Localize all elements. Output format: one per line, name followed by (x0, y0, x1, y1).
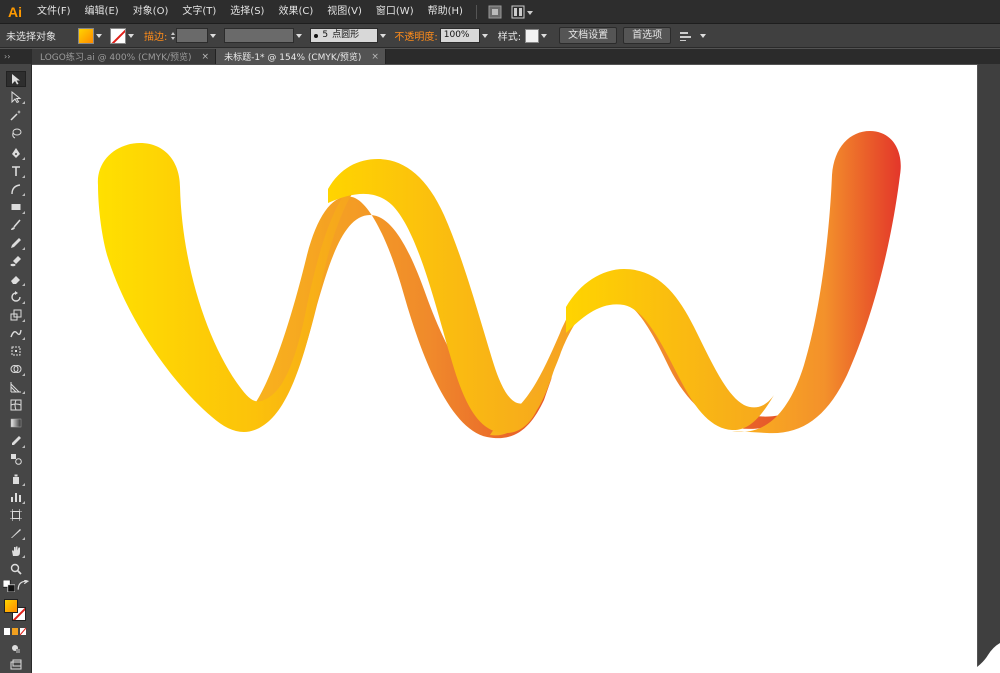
lasso-tool-icon[interactable] (6, 125, 26, 141)
default-fill-stroke-icon[interactable] (3, 580, 15, 592)
ribbon-front-hump-2 (566, 269, 774, 431)
drawing-mode-icon[interactable] (6, 641, 26, 657)
gradient-tool-icon[interactable] (6, 415, 26, 431)
menu-object[interactable]: 对象(O) (126, 0, 176, 24)
pencil-tool-icon[interactable] (6, 235, 26, 251)
bridge-icon[interactable] (486, 4, 504, 20)
artboard[interactable] (32, 65, 977, 673)
menu-effect[interactable]: 效果(C) (271, 0, 320, 24)
menu-separator (475, 4, 477, 19)
fill-swatch[interactable] (78, 27, 94, 44)
shape-builder-tool-icon[interactable] (6, 361, 26, 377)
rotate-tool-icon[interactable] (6, 289, 26, 305)
close-icon[interactable]: × (202, 52, 210, 62)
paintbrush-tool-icon[interactable] (6, 217, 26, 233)
vertical-scrollbar[interactable] (978, 64, 1000, 673)
menu-view[interactable]: 视图(V) (320, 0, 369, 24)
type-tool-icon[interactable] (6, 163, 26, 179)
color-mode-buttons[interactable] (3, 627, 29, 637)
free-transform-tool-icon[interactable] (6, 343, 26, 359)
zoom-tool-icon[interactable] (6, 561, 26, 577)
stroke-swatch[interactable] (110, 27, 126, 44)
arrange-documents-icon[interactable] (510, 4, 536, 20)
menu-type[interactable]: 文字(T) (175, 0, 223, 24)
ribbon-right-leg (732, 131, 901, 434)
tab-label: 未标题-1* @ 154% (CMYK/预览) (224, 53, 362, 63)
perspective-grid-tool-icon[interactable] (6, 379, 26, 395)
mesh-tool-icon[interactable] (6, 397, 26, 413)
magic-wand-tool-icon[interactable] (6, 107, 26, 123)
scale-tool-icon[interactable] (6, 307, 26, 323)
menu-window[interactable]: 窗口(W) (369, 0, 421, 24)
preferences-button[interactable]: 首选项 (623, 27, 672, 44)
tab-untitled-1[interactable]: 未标题-1* @ 154% (CMYK/预览) × (216, 49, 386, 64)
artboard-tool-icon[interactable] (6, 507, 26, 523)
line-segment-tool-icon[interactable] (6, 181, 26, 197)
align-options-icon[interactable] (677, 28, 695, 44)
brush-dropdown-icon[interactable] (378, 28, 388, 44)
stroke-weight-stepper[interactable] (169, 28, 176, 43)
tools-panel-collapse-icon[interactable]: ›› (0, 49, 31, 64)
slice-tool-icon[interactable] (6, 525, 26, 541)
variable-width-dropdown-icon[interactable] (294, 28, 304, 44)
variable-width-profile[interactable] (224, 28, 295, 43)
screen-mode-icon[interactable] (6, 657, 26, 673)
blob-brush-tool-icon[interactable] (6, 253, 26, 269)
fill-dropdown-icon[interactable] (94, 28, 104, 44)
menu-edit[interactable]: 编辑(E) (78, 0, 126, 24)
selection-tool-icon[interactable] (6, 71, 26, 87)
swap-fill-stroke-icon[interactable] (17, 580, 29, 591)
brush-size: 5 (322, 30, 329, 40)
control-bar: 未选择对象 描边: 5 点圆形 不透明度: 100% 样式: 文档设置 首选项 (0, 24, 1000, 48)
rectangle-tool-icon[interactable] (6, 199, 26, 215)
brush-definition[interactable]: 5 点圆形 (310, 28, 379, 43)
brush-dot-icon (314, 33, 319, 38)
tab-label: LOGO练习.ai @ 400% (CMYK/预览) (40, 53, 192, 63)
hand-tool-icon[interactable] (6, 543, 26, 559)
graphic-style-dropdown-icon[interactable] (539, 28, 549, 44)
document-tab-bar: LOGO练习.ai @ 400% (CMYK/预览) × 未标题-1* @ 15… (32, 49, 1000, 64)
brush-name: 点圆形 (332, 30, 360, 40)
pen-tool-icon[interactable] (6, 145, 26, 161)
canvas-area[interactable] (32, 64, 1000, 673)
panel-menu-icon[interactable] (698, 28, 708, 44)
tools-panel: ›› (0, 49, 32, 673)
menu-file[interactable]: 文件(F) (30, 0, 78, 24)
eyedropper-tool-icon[interactable] (6, 433, 26, 449)
menu-help[interactable]: 帮助(H) (421, 0, 470, 24)
document-setup-button[interactable]: 文档设置 (559, 27, 618, 44)
warp-tool-icon[interactable] (6, 325, 26, 341)
menu-bar: Ai 文件(F) 编辑(E) 对象(O) 文字(T) 选择(S) 效果(C) 视… (0, 0, 1000, 24)
opacity-label[interactable]: 不透明度: (394, 28, 437, 43)
column-graph-tool-icon[interactable] (6, 489, 26, 505)
page-curl-decoration (968, 643, 1000, 673)
selection-status: 未选择对象 (6, 32, 56, 43)
stroke-dropdown-icon[interactable] (126, 28, 136, 44)
tab-logo-practice[interactable]: LOGO练习.ai @ 400% (CMYK/预览) × (32, 49, 217, 64)
graphic-style-swatch[interactable] (525, 28, 540, 43)
fill-stroke-indicator[interactable] (4, 599, 28, 623)
stroke-weight-field[interactable] (176, 28, 209, 43)
stroke-label[interactable]: 描边: (144, 28, 167, 43)
symbol-sprayer-tool-icon[interactable] (6, 471, 26, 487)
stroke-weight-dropdown-icon[interactable] (208, 28, 218, 44)
menu-select[interactable]: 选择(S) (223, 0, 271, 24)
opacity-dropdown-icon[interactable] (480, 28, 490, 44)
opacity-field[interactable]: 100% (439, 28, 480, 43)
app-logo: Ai (8, 3, 22, 20)
w-ribbon-logo[interactable] (32, 65, 977, 673)
direct-selection-tool-icon[interactable] (6, 89, 26, 105)
blend-tool-icon[interactable] (6, 451, 26, 467)
close-icon[interactable]: × (371, 52, 379, 62)
style-label: 样式: (497, 32, 522, 43)
eraser-tool-icon[interactable] (6, 271, 26, 287)
fill-color-swatch[interactable] (4, 599, 18, 613)
